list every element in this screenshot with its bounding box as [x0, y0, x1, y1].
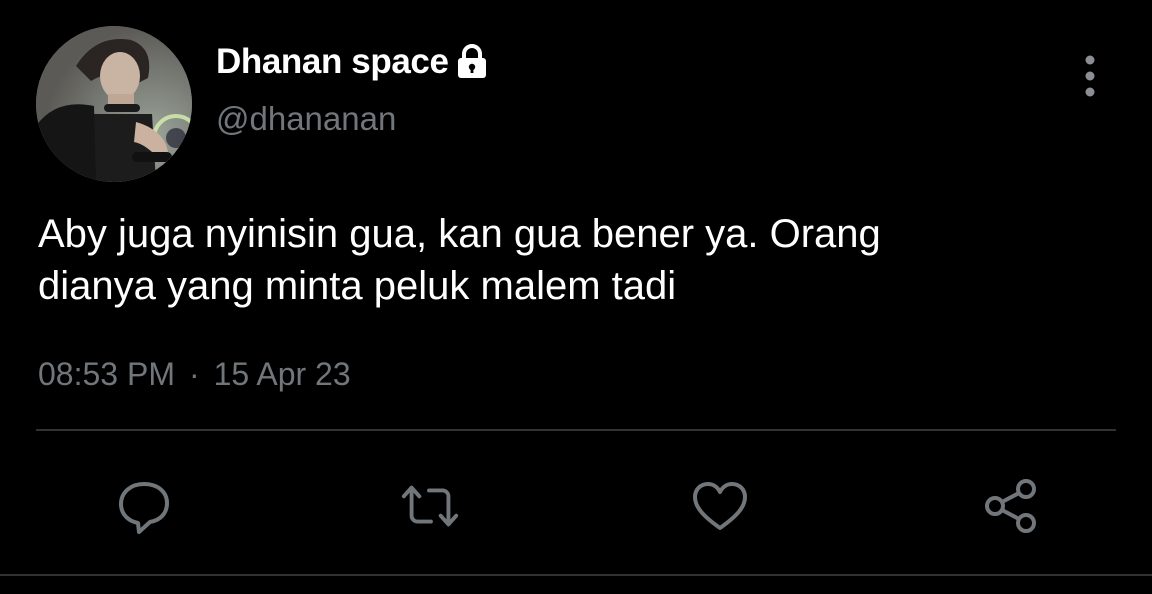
tweet-date: 15 Apr 23 — [213, 356, 351, 392]
more-vertical-icon[interactable] — [1072, 52, 1108, 100]
share-nodes-icon — [985, 479, 1036, 533]
like-button[interactable] — [688, 474, 752, 538]
divider — [36, 429, 1116, 431]
tweet-timestamp[interactable]: 08:53 PM · 15 Apr 23 — [38, 356, 351, 393]
lock-icon — [455, 44, 489, 80]
retweet-button[interactable] — [398, 474, 462, 538]
heart-icon — [693, 482, 747, 530]
meta-separator: · — [188, 356, 200, 392]
share-button[interactable] — [980, 474, 1044, 538]
avatar-photo — [36, 26, 192, 182]
display-name[interactable]: Dhanan space — [216, 42, 449, 82]
tweet-text: Aby juga nyinisin gua, kan gua bener ya.… — [38, 212, 881, 308]
tweet-card: Dhanan space @dhananan Aby juga nyinisin… — [0, 0, 1152, 594]
tweet-time: 08:53 PM — [38, 356, 175, 392]
reply-button[interactable] — [112, 474, 176, 538]
retweet-arrows-icon — [401, 485, 459, 527]
speech-bubble-icon — [119, 482, 169, 534]
bottom-divider — [0, 574, 1152, 576]
avatar[interactable] — [36, 26, 192, 182]
author-name-row: Dhanan space — [216, 40, 489, 84]
user-handle[interactable]: @dhananan — [216, 100, 396, 138]
